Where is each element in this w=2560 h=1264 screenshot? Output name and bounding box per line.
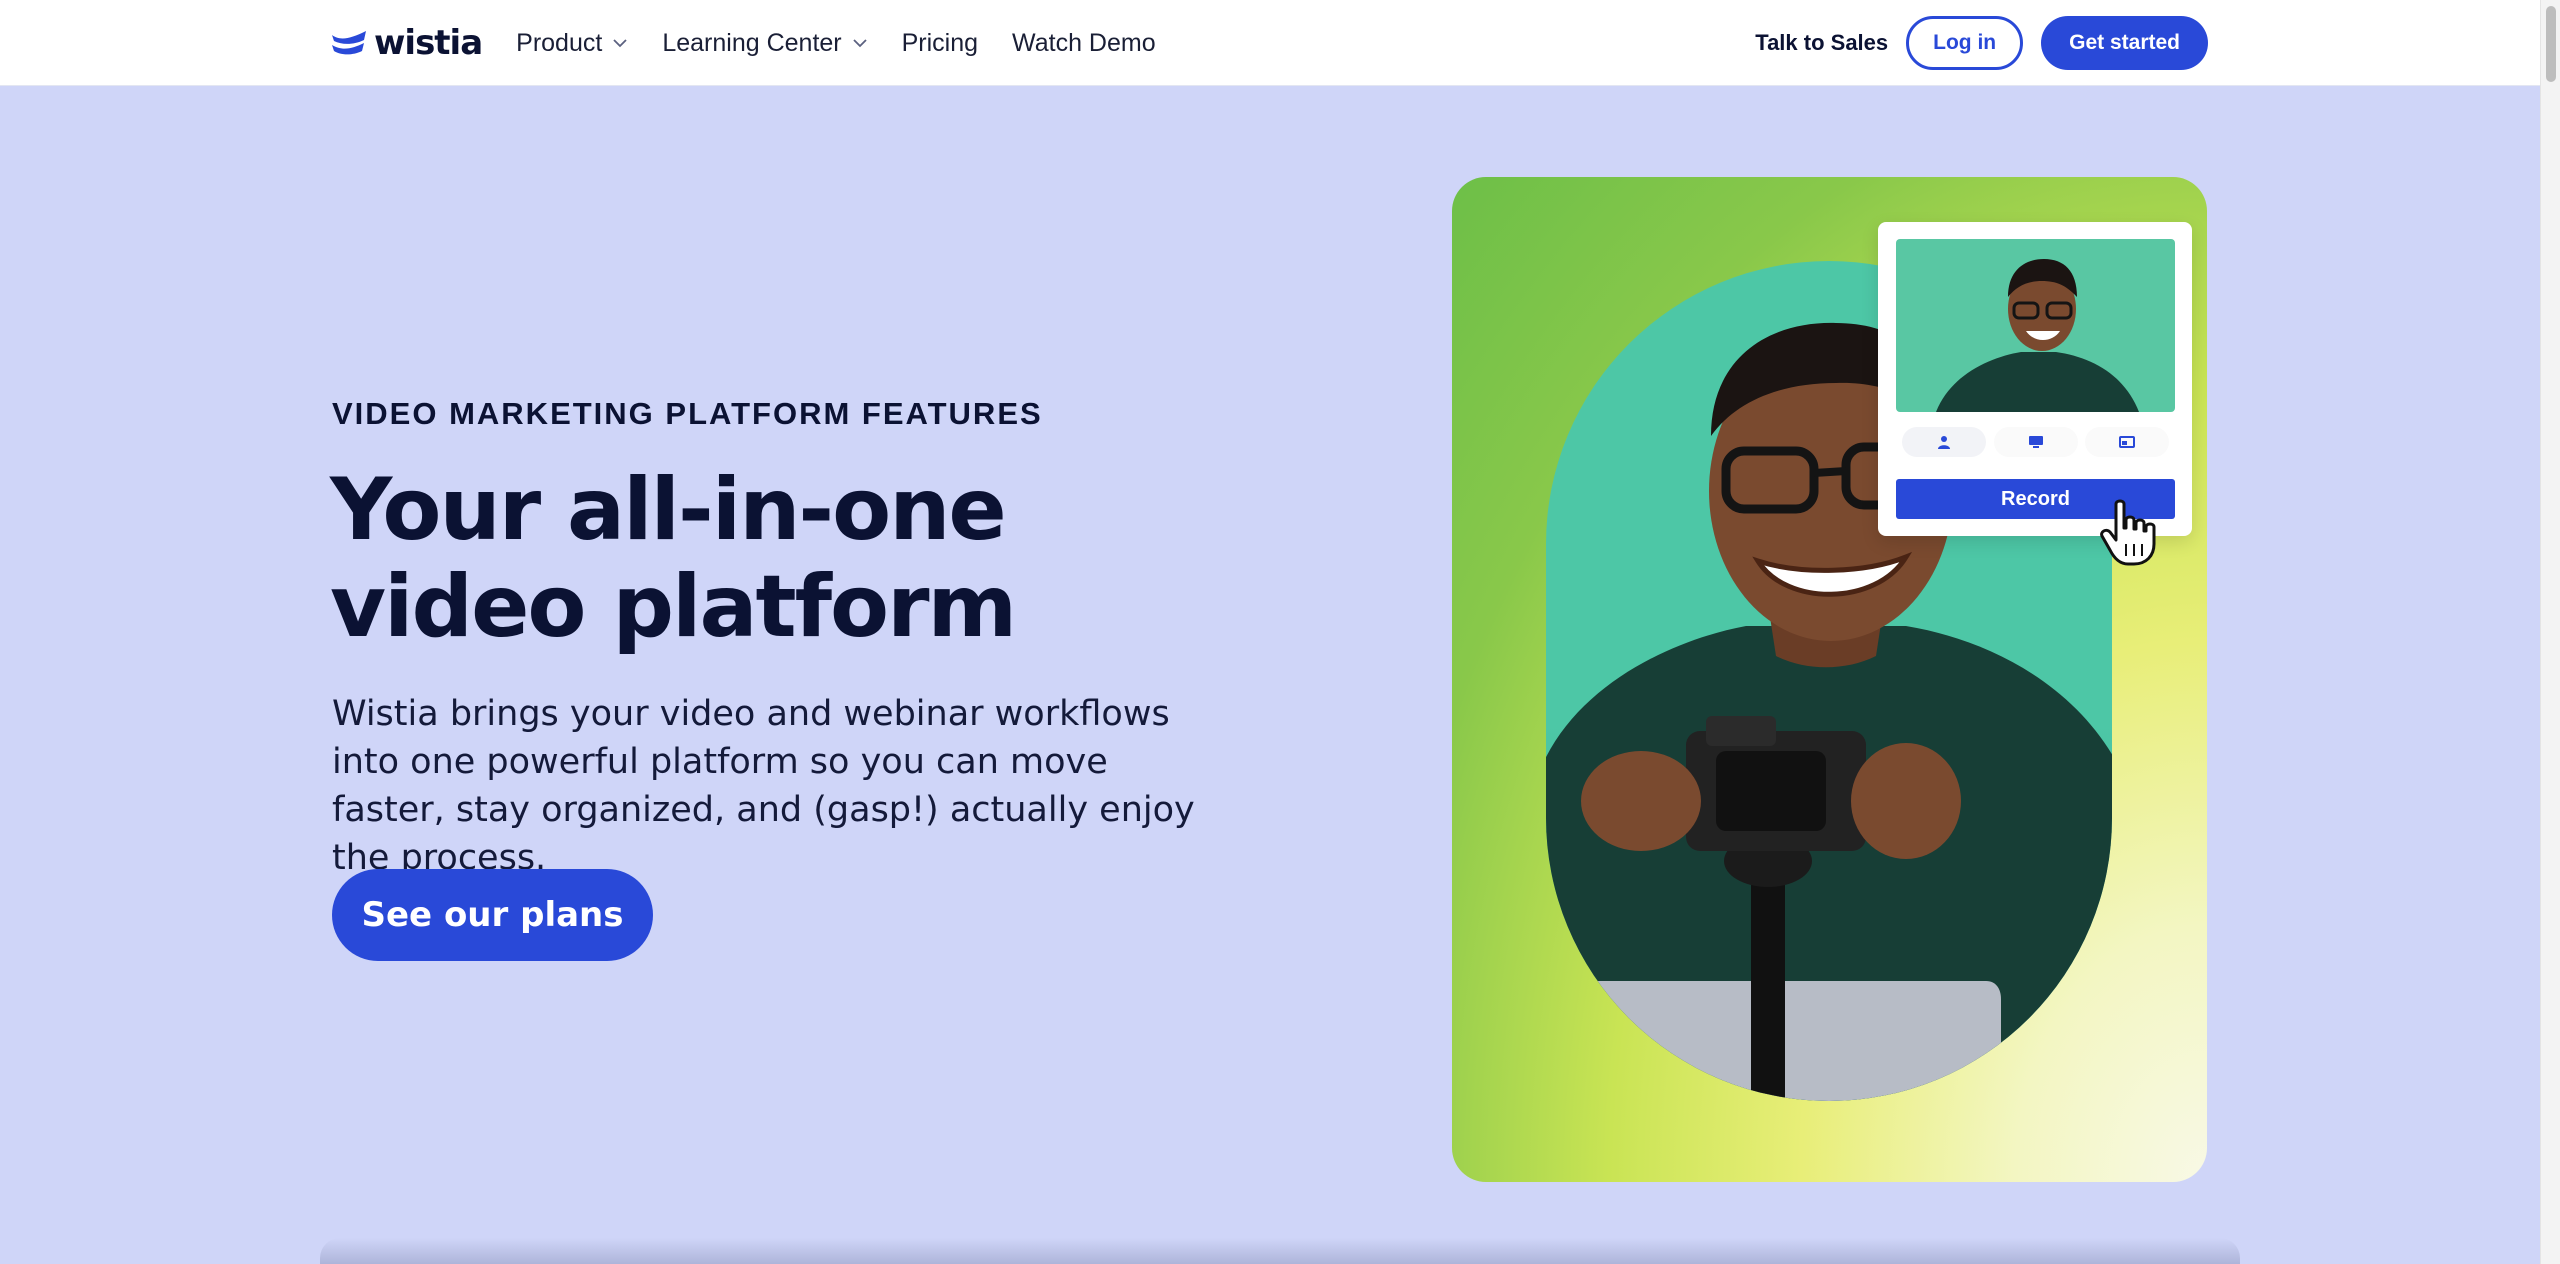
nav-product-label: Product [516,28,603,57]
nav-right: Talk to Sales Log in Get started [1755,16,2208,70]
screen-and-camera-mode-button[interactable] [2085,427,2169,457]
top-nav: wistia Product Learning Center Pricing W… [0,0,2540,86]
screen-icon [2028,436,2043,448]
headline-line-2: video platform [330,557,1017,657]
screen-and-camera-icon [2119,436,2135,448]
get-started-button[interactable]: Get started [2041,16,2208,70]
webcam-preview [1896,239,2175,412]
page: wistia Product Learning Center Pricing W… [0,0,2560,1264]
screen-mode-button[interactable] [1993,427,2078,457]
wistia-logo[interactable]: wistia [332,23,483,63]
wistia-logo-icon [332,31,366,55]
webcam-illustration [1936,259,2139,412]
hero-subcopy: Wistia brings your video and webinar wor… [332,694,1195,878]
nav-pricing[interactable]: Pricing [902,29,978,58]
person-icon [1938,436,1950,449]
recording-mode-selector [1896,427,2175,457]
hero-headline: Your all-in-one video platform [330,462,1230,656]
login-button[interactable]: Log in [1906,16,2024,70]
talk-to-sales-link[interactable]: Talk to Sales [1755,30,1888,56]
scrollbar-thumb[interactable] [2546,6,2556,82]
next-section-edge [320,1238,2240,1264]
nav-learning-center-label: Learning Center [662,28,842,57]
chevron-down-icon [852,39,867,48]
nav-product[interactable]: Product [516,29,628,58]
see-our-plans-button[interactable]: See our plans [332,869,653,961]
hero-eyebrow: VIDEO MARKETING PLATFORM FEATURES [332,396,1043,431]
nav-left: wistia Product Learning Center Pricing W… [332,0,1190,86]
nav-watch-demo[interactable]: Watch Demo [1012,29,1156,58]
recorder-widget: Record [1878,222,2192,536]
nav-inner: wistia Product Learning Center Pricing W… [332,0,2208,86]
camera-mode-button[interactable] [1902,427,1986,457]
page-scrollbar[interactable] [2540,0,2560,1264]
chevron-down-icon [613,39,627,48]
headline-line-1: Your all-in-one [330,460,1007,560]
hand-cursor-icon [2100,499,2156,566]
nav-learning-center[interactable]: Learning Center [662,29,867,58]
logo-wordmark: wistia [374,23,483,63]
